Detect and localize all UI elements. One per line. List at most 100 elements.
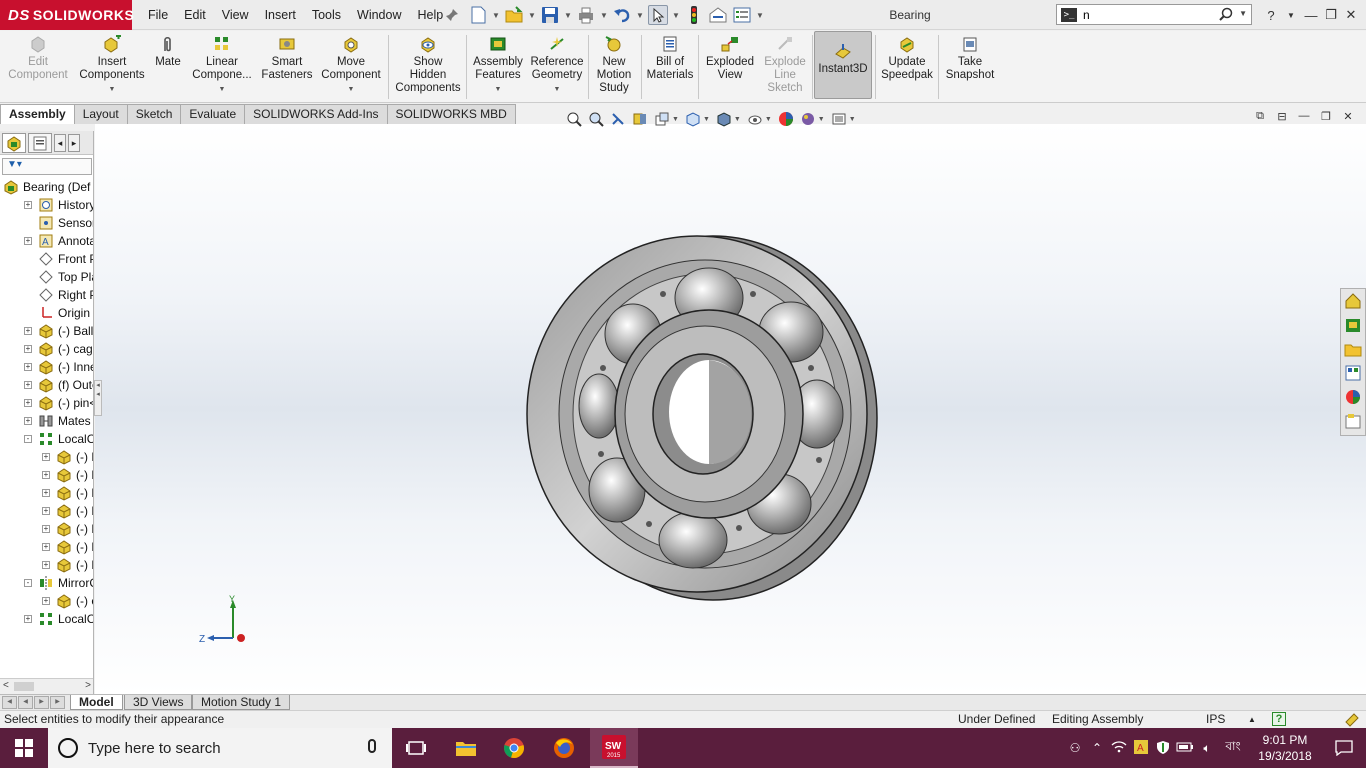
- tree-node[interactable]: - MirrorCo: [0, 574, 93, 592]
- adobe-tray-icon[interactable]: A: [1130, 739, 1152, 757]
- last-tab-icon[interactable]: ▶: [50, 696, 65, 709]
- people-icon[interactable]: ⚇: [1064, 741, 1086, 755]
- print-caret-icon[interactable]: ▼: [600, 5, 608, 25]
- next-tab-icon[interactable]: ▶: [34, 696, 49, 709]
- search-input[interactable]: [1083, 7, 1223, 22]
- open-caret-icon[interactable]: ▼: [528, 5, 536, 25]
- close-icon[interactable]: ✕: [1342, 7, 1360, 23]
- edit-appearance-icon[interactable]: [778, 111, 794, 127]
- bearing-model[interactable]: [521, 228, 891, 604]
- new-document-icon[interactable]: [468, 5, 488, 25]
- menu-edit[interactable]: Edit: [176, 8, 214, 22]
- view-palette-icon[interactable]: [1344, 364, 1362, 382]
- expand-toggle-icon[interactable]: +: [42, 561, 50, 569]
- dynamic-annotation-caret-icon[interactable]: ▼: [672, 116, 679, 123]
- appearances-icon[interactable]: [1344, 388, 1362, 406]
- assembly-features-button[interactable]: Assembly Features ▼: [470, 33, 526, 101]
- units-caret-icon[interactable]: ▲: [1248, 711, 1256, 728]
- save-icon[interactable]: [540, 5, 560, 25]
- microphone-icon[interactable]: [368, 739, 376, 753]
- show-hidden-components-button[interactable]: Show Hidden Components: [392, 33, 464, 101]
- property-manager-tab-icon[interactable]: [28, 132, 52, 153]
- update-speedpak-button[interactable]: Update Speedpak: [878, 33, 936, 101]
- panel-collapse-handle[interactable]: ◂ ◂: [94, 380, 102, 416]
- insert-components-caret-icon[interactable]: ▼: [109, 83, 116, 96]
- viewport-split-icon[interactable]: ⊟: [1274, 110, 1290, 126]
- design-library-icon[interactable]: [1344, 316, 1362, 334]
- expand-toggle-icon[interactable]: -: [24, 579, 32, 587]
- unit-system[interactable]: IPS: [1206, 711, 1225, 728]
- reference-geometry-button[interactable]: Reference Geometry ▼: [528, 33, 586, 101]
- tree-node[interactable]: + (-) Bal: [0, 484, 93, 502]
- tab-sketch[interactable]: Sketch: [126, 104, 182, 124]
- smart-fasteners-button[interactable]: Smart Fasteners: [256, 33, 318, 101]
- instant3d-button[interactable]: Instant3D: [814, 31, 872, 99]
- task-view-button[interactable]: [392, 728, 440, 768]
- view-orientation-icon[interactable]: [685, 111, 701, 127]
- insert-components-button[interactable]: Insert Components ▼: [76, 33, 148, 101]
- take-snapshot-button[interactable]: Take Snapshot: [942, 33, 998, 101]
- section-view-icon[interactable]: [632, 111, 648, 127]
- expand-toggle-icon[interactable]: +: [24, 201, 32, 209]
- tree-node[interactable]: - LocalCirP: [0, 430, 93, 448]
- expand-toggle-icon[interactable]: +: [24, 363, 32, 371]
- solidworks-resources-home-icon[interactable]: [1344, 292, 1362, 310]
- tree-node[interactable]: + History: [0, 196, 93, 214]
- view-settings-icon[interactable]: [831, 111, 847, 127]
- edit-component-button[interactable]: Edit Component: [4, 33, 72, 101]
- wifi-icon[interactable]: [1108, 740, 1130, 756]
- tree-node[interactable]: Top Plane: [0, 268, 93, 286]
- prev-tab-icon[interactable]: ◀: [18, 696, 33, 709]
- solidworks-logo[interactable]: DS SOLIDWORKS: [0, 0, 134, 30]
- options-caret-icon[interactable]: ▼: [756, 5, 764, 25]
- tree-node[interactable]: Right Plar: [0, 286, 93, 304]
- tree-node[interactable]: + (f) Outer I: [0, 376, 93, 394]
- hide-show-caret-icon[interactable]: ▼: [765, 116, 772, 123]
- pin-menu-icon[interactable]: [444, 7, 460, 23]
- action-center-button[interactable]: [1322, 728, 1366, 768]
- move-component-caret-icon[interactable]: ▼: [348, 83, 355, 96]
- tree-node[interactable]: + (-) Bal: [0, 448, 93, 466]
- expand-toggle-icon[interactable]: +: [24, 345, 32, 353]
- mate-button[interactable]: Mate: [150, 33, 186, 101]
- zoom-to-area-icon[interactable]: [588, 111, 604, 127]
- viewport-minimize-icon[interactable]: —: [1296, 110, 1312, 126]
- minimize-icon[interactable]: —: [1302, 8, 1320, 23]
- first-tab-icon[interactable]: ◀: [2, 696, 17, 709]
- security-shield-icon[interactable]: [1152, 740, 1174, 757]
- expand-toggle-icon[interactable]: +: [42, 543, 50, 551]
- expand-toggle-icon[interactable]: +: [42, 471, 50, 479]
- hide-show-items-icon[interactable]: [747, 111, 763, 127]
- viewport-restore-icon[interactable]: ❐: [1318, 110, 1334, 126]
- tree-filter[interactable]: ▼▾: [2, 158, 92, 175]
- solidworks-taskbar-button[interactable]: SW 2015: [590, 728, 638, 768]
- scroll-left-icon[interactable]: <: [3, 680, 9, 691]
- apply-scene-icon[interactable]: [800, 111, 816, 127]
- battery-icon[interactable]: [1174, 741, 1196, 755]
- expand-toggle-icon[interactable]: +: [42, 489, 50, 497]
- expand-toggle-icon[interactable]: +: [24, 417, 32, 425]
- tree-node[interactable]: + (-) Bal: [0, 556, 93, 574]
- menu-insert[interactable]: Insert: [257, 8, 304, 22]
- system-clock[interactable]: 9:01 PM 19/3/2018: [1248, 732, 1322, 764]
- scroll-right-icon[interactable]: >: [85, 680, 91, 691]
- undo-caret-icon[interactable]: ▼: [636, 5, 644, 25]
- featuremanager-tree-tab-icon[interactable]: [2, 132, 26, 153]
- new-motion-study-button[interactable]: New Motion Study: [592, 33, 636, 101]
- file-properties-icon[interactable]: [708, 5, 728, 25]
- file-explorer-icon[interactable]: [1344, 340, 1362, 358]
- tree-node[interactable]: Origin: [0, 304, 93, 322]
- tab-layout[interactable]: Layout: [73, 104, 128, 124]
- expand-toggle-icon[interactable]: +: [24, 615, 32, 623]
- tab-mbd[interactable]: SOLIDWORKS MBD: [386, 104, 516, 124]
- tab-addins[interactable]: SOLIDWORKS Add-Ins: [244, 104, 388, 124]
- graphics-area[interactable]: Y Z: [95, 124, 1366, 694]
- expand-toggle-icon[interactable]: +: [24, 381, 32, 389]
- restore-icon[interactable]: ❐: [1322, 7, 1340, 23]
- tab-model[interactable]: Model: [70, 695, 123, 710]
- tree-node[interactable]: + LocalCirP: [0, 610, 93, 628]
- filter-icon[interactable]: ▼▾: [7, 159, 22, 170]
- expand-toggle-icon[interactable]: +: [42, 597, 50, 605]
- tree-node[interactable]: + (-) Bal: [0, 538, 93, 556]
- expand-toggle-icon[interactable]: -: [24, 435, 32, 443]
